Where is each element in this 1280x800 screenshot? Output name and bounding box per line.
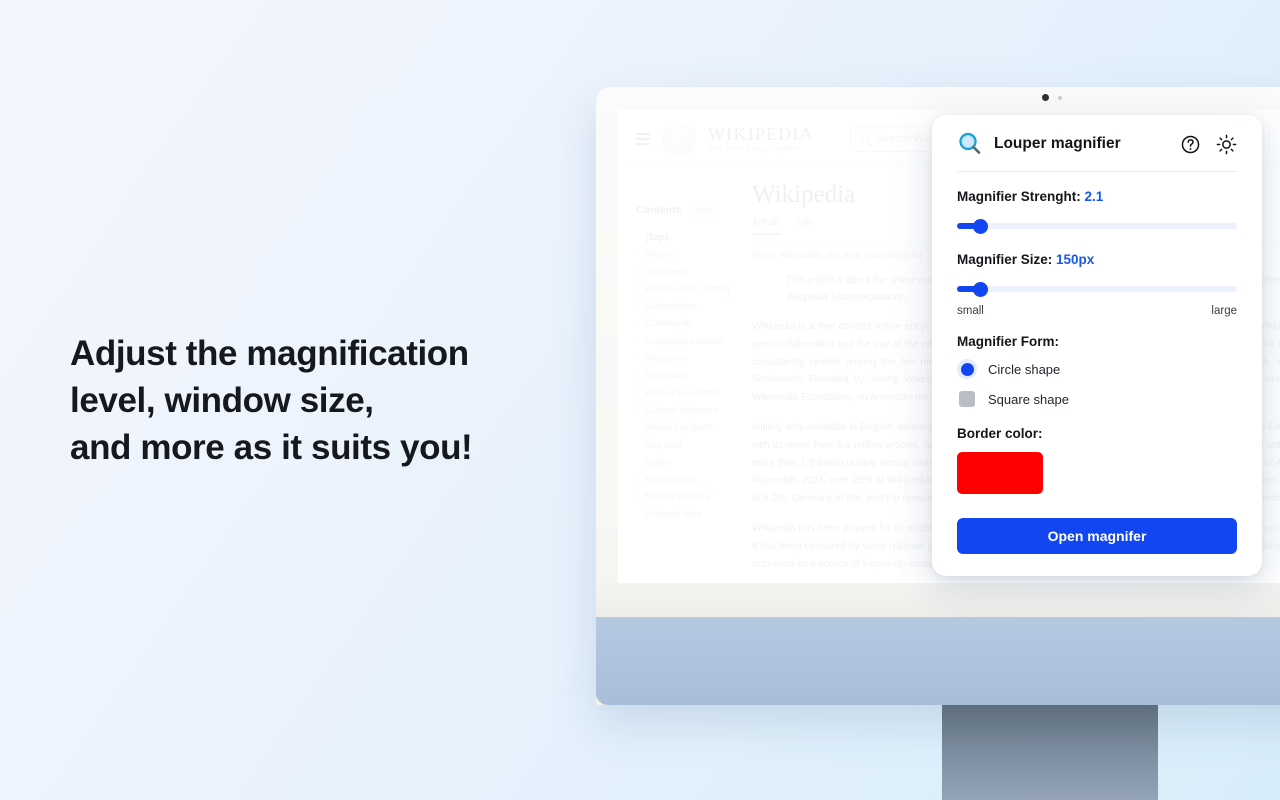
- monitor-bezel: [596, 583, 1280, 617]
- toc-item[interactable]: Governance: [636, 297, 728, 315]
- radio-label-square-shape: Square shape: [988, 391, 1069, 407]
- radio-unselected-icon[interactable]: [957, 389, 977, 409]
- search-icon: [859, 134, 869, 144]
- tab-article[interactable]: Article: [752, 217, 780, 235]
- monitor-camera-icon: [1042, 94, 1049, 101]
- sun-brightness-icon[interactable]: [1216, 134, 1237, 155]
- radio-option-square-shape[interactable]: Square shape: [957, 389, 1237, 409]
- toc-item[interactable]: Community: [636, 314, 728, 332]
- toc-list: (Top) History Openness Policies and cont…: [636, 229, 730, 523]
- toc-item[interactable]: Cultural influence: [636, 401, 728, 419]
- toc-item[interactable]: Access to content: [636, 384, 728, 402]
- toc-item[interactable]: Reception: [636, 349, 728, 367]
- toc-item[interactable]: Further reading: [636, 487, 728, 505]
- toc-item[interactable]: References: [636, 470, 728, 488]
- hamburger-menu-icon[interactable]: [636, 133, 650, 145]
- magnifier-size-scale-labels: small large: [957, 305, 1237, 317]
- headline-line-2: level, window size,: [70, 381, 374, 420]
- magnifier-size-label: Magnifier Size: 150px: [957, 252, 1237, 267]
- popup-header: Louper magnifier: [957, 115, 1237, 172]
- magnifier-size-label-text: Magnifier Size:: [957, 252, 1053, 267]
- magnifier-strength-value: 2.1: [1084, 189, 1104, 204]
- wikipedia-table-of-contents: Contents hide (Top) History Openness Pol…: [618, 181, 738, 583]
- popup-title: Louper magnifier: [994, 135, 1121, 152]
- monitor-chin: [596, 617, 1280, 705]
- border-color-swatch[interactable]: [957, 452, 1043, 494]
- slider-thumb[interactable]: [973, 282, 988, 297]
- monitor-stand: [942, 705, 1158, 800]
- popup-header-actions: [1180, 134, 1237, 155]
- headline-line-3: and more as it suits you!: [70, 428, 473, 467]
- tab-talk[interactable]: Talk: [796, 217, 814, 235]
- border-color-label: Border color:: [957, 426, 1043, 441]
- toc-item[interactable]: External links: [636, 506, 728, 523]
- page-root: Adjust the magnification level, window s…: [0, 0, 1280, 800]
- radio-selected-icon[interactable]: [957, 359, 977, 379]
- toc-item[interactable]: History: [636, 245, 728, 263]
- size-max-label: large: [1211, 305, 1237, 317]
- wikipedia-wordmark-text: WIKIPEDIA: [708, 123, 814, 144]
- toc-header: Contents hide: [636, 203, 728, 217]
- wikipedia-wordmark[interactable]: WIKIPEDIA The Free Encyclopedia: [708, 123, 814, 154]
- toc-item[interactable]: Language editions: [636, 332, 728, 350]
- magnifier-form-section: Magnifier Form: Circle shape Square shap…: [957, 334, 1237, 409]
- toc-item[interactable]: (Top): [636, 229, 728, 246]
- magnifier-strength-slider[interactable]: [957, 217, 1237, 235]
- toc-item[interactable]: Openness: [636, 263, 728, 281]
- toc-item[interactable]: Operation: [636, 366, 728, 384]
- toc-item[interactable]: Policies and content: [636, 280, 730, 298]
- magnifier-size-value: 150px: [1056, 252, 1095, 267]
- headline-line-1: Adjust the magnification: [70, 334, 469, 373]
- toc-item[interactable]: Related projects: [636, 419, 728, 436]
- square-shape-icon: [959, 391, 975, 407]
- question-circle-icon[interactable]: [1180, 134, 1201, 155]
- louper-magnifier-popup: Louper magnifier Magnifier Strenght: 2.1…: [932, 115, 1262, 576]
- slider-thumb[interactable]: [973, 219, 988, 234]
- border-color-section: Border color:: [957, 426, 1237, 494]
- magnifier-strength-section: Magnifier Strenght: 2.1: [957, 189, 1237, 235]
- magnifier-icon: [957, 131, 983, 157]
- radio-label-circle-shape: Circle shape: [988, 361, 1061, 377]
- radio-option-circle-shape[interactable]: Circle shape: [957, 359, 1237, 379]
- open-magnifier-button[interactable]: Open magnifer: [957, 518, 1237, 554]
- magnifier-form-label: Magnifier Form:: [957, 334, 1060, 349]
- toc-item[interactable]: See also: [636, 437, 728, 454]
- slider-track[interactable]: [957, 286, 1237, 292]
- magnifier-strength-label-text: Magnifier Strenght:: [957, 189, 1081, 204]
- toc-hide-button[interactable]: hide: [689, 203, 718, 217]
- page-headline: Adjust the magnification level, window s…: [70, 330, 590, 471]
- toc-item[interactable]: Notes: [636, 454, 728, 471]
- size-min-label: small: [957, 305, 984, 317]
- radio-dot: [960, 362, 974, 376]
- wikipedia-tagline: The Free Encyclopedia: [708, 143, 800, 154]
- toc-title: Contents: [636, 204, 682, 216]
- magnifier-size-section: Magnifier Size: 150px small large: [957, 252, 1237, 317]
- monitor-sensor-icon: [1058, 96, 1062, 100]
- wikipedia-globe-logo-icon[interactable]: [662, 122, 696, 156]
- slider-track[interactable]: [957, 223, 1237, 229]
- magnifier-strength-label: Magnifier Strenght: 2.1: [957, 189, 1237, 204]
- magnifier-size-slider[interactable]: [957, 280, 1237, 298]
